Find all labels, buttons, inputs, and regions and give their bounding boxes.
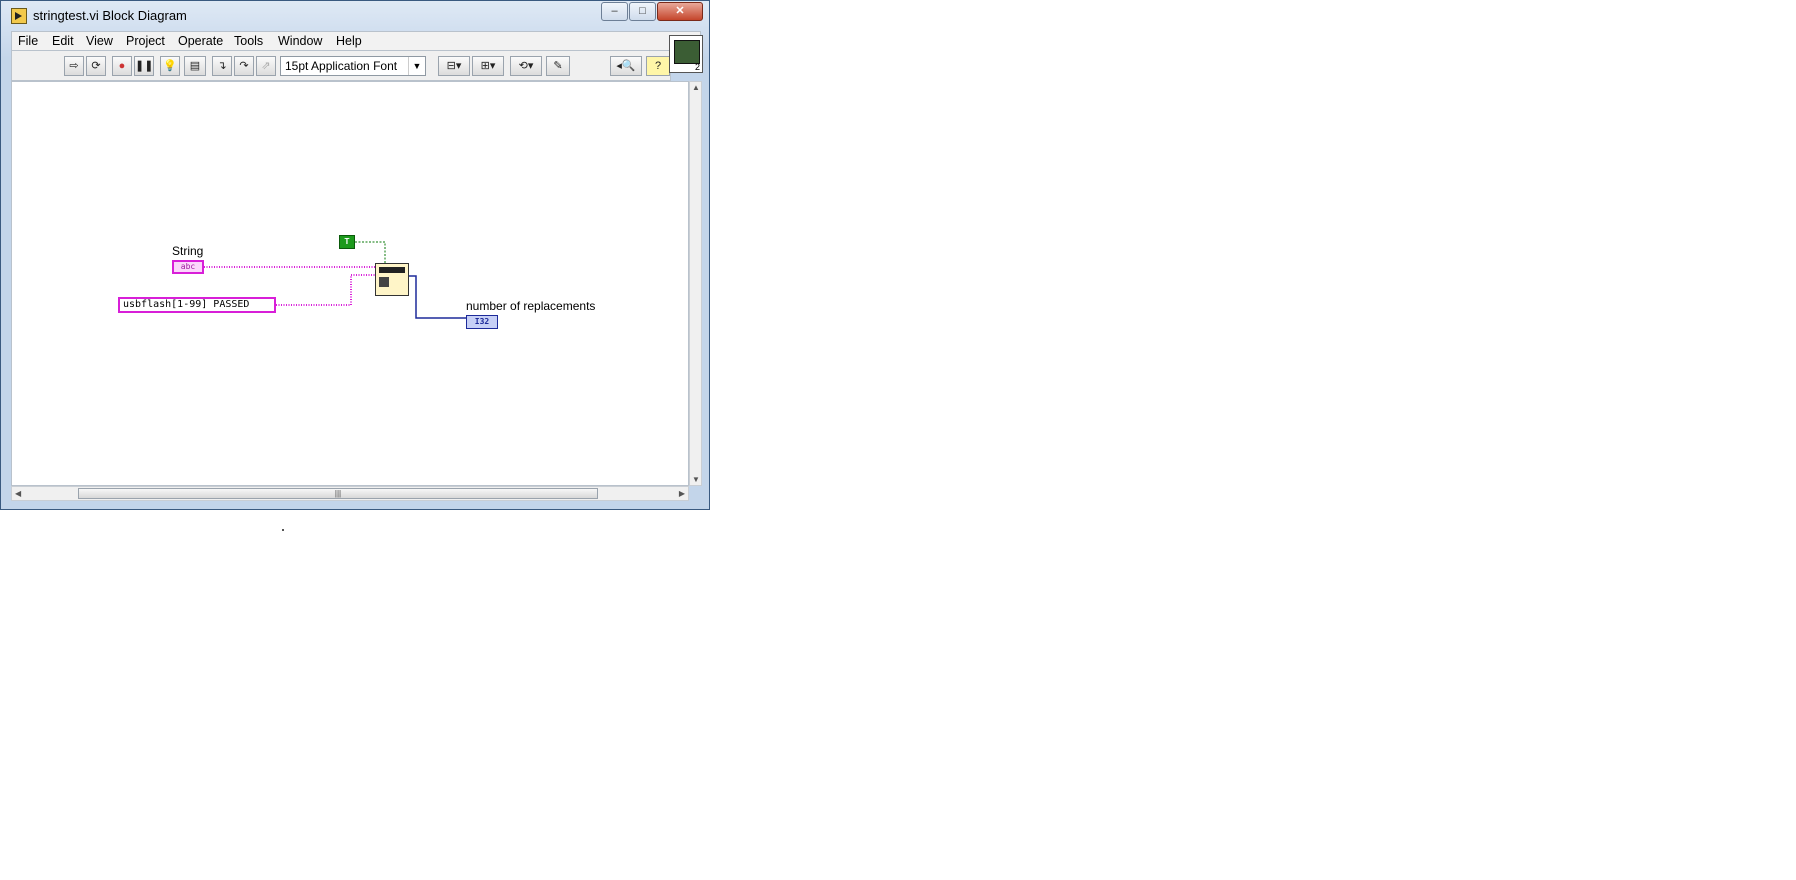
font-selector-value: 15pt Application Font [285,59,398,73]
wires [204,241,466,319]
block-diagram-canvas[interactable]: String abc usbflash[1-99] PASSED T numbe… [11,81,689,486]
scroll-down-icon[interactable]: ▼ [692,475,700,484]
search-icon[interactable]: ◂🔍 [610,56,642,76]
horizontal-scroll-thumb[interactable]: ||| [78,488,598,499]
step-into-icon[interactable]: ↴ [212,56,232,76]
menu-file[interactable]: File [18,34,38,48]
labview-vi-icon[interactable] [11,8,27,24]
vertical-scrollbar[interactable]: ▲ ▼ [689,81,702,486]
menu-operate[interactable]: Operate [178,34,223,48]
menu-help[interactable]: Help [336,34,362,48]
search-and-replace-string-icon[interactable] [375,263,409,296]
window-title: stringtest.vi Block Diagram [33,8,187,23]
title-bar[interactable]: stringtest.vi Block Diagram ‒ □ ✕ [1,1,709,31]
toolbar: ⇨ ⟳ ● ❚❚ 💡 ▤ ↴ ↷ ⇗ 15pt Application Font… [11,51,671,81]
string-control-label: String [172,244,204,258]
align-objects-icon[interactable]: ⊟▾ [438,56,470,76]
run-continuously-icon[interactable]: ⟳ [86,56,106,76]
close-button[interactable]: ✕ [657,2,703,21]
context-help-icon[interactable]: 2 [669,35,703,73]
menu-edit[interactable]: Edit [52,34,74,48]
chevron-down-icon[interactable]: ▼ [408,57,425,75]
scroll-up-icon[interactable]: ▲ [692,83,700,92]
highlight-execution-icon[interactable]: 💡 [160,56,180,76]
menu-tools[interactable]: Tools [234,34,263,48]
string-control-terminal[interactable]: abc [172,260,204,274]
stray-dot [282,529,284,531]
boolean-wire [355,241,386,264]
indicator-label: number of replacements [466,299,596,313]
pause-icon[interactable]: ❚❚ [134,56,154,76]
vi-icon-preview [674,40,700,64]
context-help-count: 2 [694,62,700,72]
menu-project[interactable]: Project [126,34,165,48]
abort-icon[interactable]: ● [112,56,132,76]
run-arrow-icon[interactable]: ⇨ [64,56,84,76]
distribute-objects-icon[interactable]: ⊞▾ [472,56,504,76]
scroll-right-icon[interactable]: ▶ [679,489,685,498]
scroll-left-icon[interactable]: ◀ [15,489,21,498]
help-icon[interactable]: ? [646,56,670,76]
menu-window[interactable]: Window [278,34,322,48]
block-diagram-window: stringtest.vi Block Diagram ‒ □ ✕ File E… [0,0,710,510]
retain-wire-values-icon[interactable]: ▤ [184,56,206,76]
string-wire-2 [276,274,376,306]
reorder-icon[interactable]: ⟲▾ [510,56,542,76]
menu-bar: File Edit View Project Operate Tools Win… [11,31,701,51]
numeric-wire [409,275,466,319]
cleanup-diagram-icon[interactable]: ✎ [546,56,570,76]
maximize-button[interactable]: □ [629,2,656,21]
string-constant[interactable]: usbflash[1-99] PASSED [118,297,276,313]
step-out-icon[interactable]: ⇗ [256,56,276,76]
minimize-button[interactable]: ‒ [601,2,628,21]
menu-view[interactable]: View [86,34,113,48]
step-over-icon[interactable]: ↷ [234,56,254,76]
i32-indicator-terminal[interactable]: I32 [466,315,498,329]
horizontal-scrollbar[interactable]: ◀ ||| ▶ [11,486,689,501]
font-selector[interactable]: 15pt Application Font ▼ [280,56,426,76]
boolean-constant[interactable]: T [339,235,355,249]
